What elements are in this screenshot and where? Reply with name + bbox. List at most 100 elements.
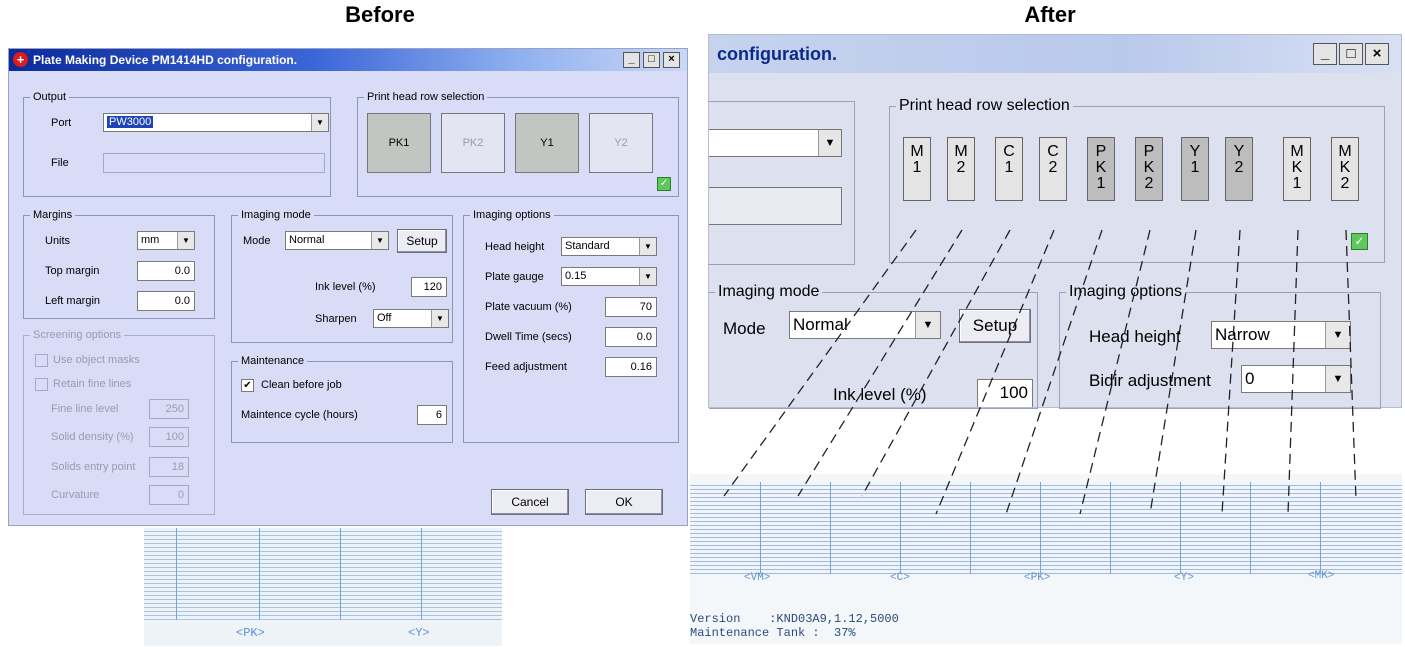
plate-gauge-select[interactable]: 0.15 ▼ (561, 267, 657, 286)
chevron-down-icon[interactable]: ▼ (818, 130, 841, 156)
after-head-button-c2[interactable]: C 2 (1039, 137, 1067, 201)
fine-line-level-field[interactable]: 250 (149, 399, 189, 419)
after-print-sample: <VM> <C> <PK> <Y> <MK> Version :KND03A9,… (690, 474, 1402, 644)
sharpen-select[interactable]: Off ▼ (373, 309, 449, 328)
after-select-all-check-icon[interactable]: ✓ (1351, 233, 1368, 250)
chevron-down-icon[interactable]: ▼ (177, 232, 194, 249)
after-head-button-mk1[interactable]: M K 1 (1283, 137, 1311, 201)
clean-before-job-checkbox[interactable]: ✔ (241, 379, 254, 392)
print-head-legend: Print head row selection (367, 91, 485, 103)
print-label-mk: <MK> (1308, 570, 1335, 582)
select-all-check-icon[interactable]: ✓ (657, 177, 671, 191)
setup-button[interactable]: Setup (397, 229, 447, 253)
output-legend: Output (33, 91, 67, 103)
maximize-button[interactable]: □ (643, 52, 660, 68)
after-output-partial (708, 101, 855, 265)
port-select[interactable]: PW3000 ▼ (103, 113, 329, 132)
use-object-masks-label: Use object masks (53, 354, 140, 366)
cancel-button[interactable]: Cancel (491, 489, 569, 515)
ok-button[interactable]: OK (585, 489, 663, 515)
minimize-button[interactable]: _ (623, 52, 640, 68)
close-button[interactable]: × (663, 52, 680, 68)
use-object-masks-checkbox[interactable] (35, 354, 48, 367)
close-button[interactable]: × (1365, 43, 1389, 65)
head-button-pk1[interactable]: PK1 (367, 113, 431, 173)
file-field[interactable] (103, 153, 325, 173)
after-head-button-pk2[interactable]: P K 2 (1135, 137, 1163, 201)
after-file-field-partial[interactable] (709, 187, 842, 225)
after-head-button-y2[interactable]: Y 2 (1225, 137, 1253, 201)
after-head-height-label: Head height (1089, 327, 1181, 346)
maintenance-cycle-label: Maintence cycle (hours) (241, 409, 358, 421)
print-label-pk: <PK> (1024, 572, 1051, 584)
after-setup-button[interactable]: Setup (959, 309, 1031, 343)
after-head-height-value: Narrow (1215, 325, 1270, 344)
feed-adjustment-label: Feed adjustment (485, 361, 567, 373)
retain-fine-lines-checkbox[interactable] (35, 378, 48, 391)
print-segment-divider (1180, 482, 1181, 574)
print-label-y: <Y> (408, 626, 430, 640)
after-head-button-mk2[interactable]: M K 2 (1331, 137, 1359, 201)
maintenance-legend: Maintenance (241, 355, 304, 367)
print-segment-divider (1040, 482, 1041, 574)
plate-gauge-value: 0.15 (565, 270, 587, 282)
version-text: Version :KND03A9,1.12,5000 (690, 612, 899, 626)
chevron-down-icon[interactable]: ▼ (639, 238, 656, 255)
plate-vacuum-label: Plate vacuum (%) (485, 301, 572, 313)
units-value: mm (141, 234, 160, 246)
head-button-pk2[interactable]: PK2 (441, 113, 505, 173)
print-segment-divider (1320, 482, 1321, 574)
ink-level-field[interactable]: 120 (411, 277, 447, 297)
after-head-button-m1[interactable]: M 1 (903, 137, 931, 201)
head-height-select[interactable]: Standard ▼ (561, 237, 657, 256)
top-margin-label: Top margin (45, 265, 100, 277)
left-margin-label: Left margin (45, 295, 101, 307)
print-lines-area (690, 482, 1402, 574)
chevron-down-icon[interactable]: ▼ (915, 312, 940, 338)
head-button-y1[interactable]: Y1 (515, 113, 579, 173)
after-port-select-partial[interactable]: ▼ (709, 129, 842, 157)
margins-legend: Margins (33, 209, 73, 221)
imaging-mode-legend: Imaging mode (241, 209, 311, 221)
after-bidir-select[interactable]: 0 ▼ (1241, 365, 1351, 393)
after-head-height-select[interactable]: Narrow ▼ (1211, 321, 1351, 349)
chevron-down-icon[interactable]: ▼ (371, 232, 388, 249)
chevron-down-icon[interactable]: ▼ (1325, 322, 1350, 348)
after-mode-value: Normal (793, 315, 848, 334)
print-segment-divider (900, 482, 901, 574)
feed-adjustment-field[interactable]: 0.16 (605, 357, 657, 377)
head-button-y2[interactable]: Y2 (589, 113, 653, 173)
before-title-bar[interactable]: + Plate Making Device PM1414HD configura… (9, 49, 687, 71)
after-head-button-y1[interactable]: Y 1 (1181, 137, 1209, 201)
after-head-button-pk1[interactable]: P K 1 (1087, 137, 1115, 201)
maintenance-cycle-field[interactable]: 6 (417, 405, 447, 425)
minimize-button[interactable]: _ (1313, 43, 1337, 65)
top-margin-field[interactable]: 0.0 (137, 261, 195, 281)
solid-density-field[interactable]: 100 (149, 427, 189, 447)
curvature-field[interactable]: 0 (149, 485, 189, 505)
after-head-button-m2[interactable]: M 2 (947, 137, 975, 201)
plate-vacuum-field[interactable]: 70 (605, 297, 657, 317)
after-bidir-value: 0 (1245, 369, 1255, 388)
after-title-bar[interactable]: configuration. _ □ × (709, 35, 1401, 73)
clean-before-job-label: Clean before job (261, 379, 342, 391)
maximize-button[interactable]: □ (1339, 43, 1363, 65)
before-print-sample: <PK> <Y> (144, 528, 502, 646)
after-ink-level-field[interactable]: 100 (977, 379, 1033, 407)
chevron-down-icon[interactable]: ▼ (431, 310, 448, 327)
solids-entry-field[interactable]: 18 (149, 457, 189, 477)
dwell-time-field[interactable]: 0.0 (605, 327, 657, 347)
chevron-down-icon[interactable]: ▼ (311, 114, 328, 131)
imaging-options-legend: Imaging options (473, 209, 551, 221)
left-margin-field[interactable]: 0.0 (137, 291, 195, 311)
after-head-button-c1[interactable]: C 1 (995, 137, 1023, 201)
after-imaging-mode-legend: Imaging mode (718, 283, 820, 300)
chevron-down-icon[interactable]: ▼ (1325, 366, 1350, 392)
after-mode-select[interactable]: Normal ▼ (789, 311, 941, 339)
mode-select[interactable]: Normal ▼ (285, 231, 389, 250)
curvature-label: Curvature (51, 489, 100, 501)
head-height-value: Standard (565, 240, 610, 252)
port-label: Port (51, 117, 72, 129)
chevron-down-icon[interactable]: ▼ (639, 268, 656, 285)
units-select[interactable]: mm ▼ (137, 231, 195, 250)
